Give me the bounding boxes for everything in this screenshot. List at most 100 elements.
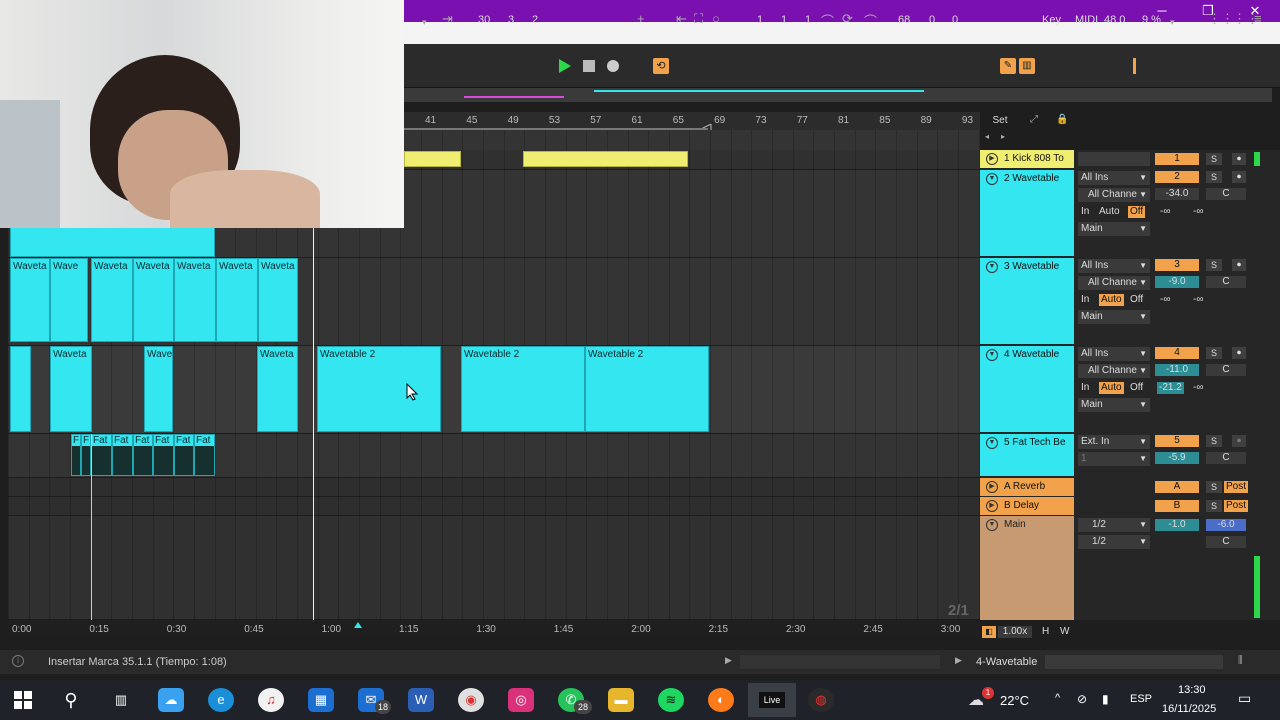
wavetable-clip[interactable] [10, 346, 31, 432]
chevron-up-icon[interactable]: ^ [1055, 692, 1060, 704]
store-icon[interactable]: ▦ [308, 688, 334, 712]
track-activator[interactable]: 2 [1155, 171, 1199, 183]
capture-icon[interactable]: ⛶ [694, 11, 703, 27]
volume-field[interactable]: -9.0 [1155, 276, 1199, 288]
midi-clip[interactable] [404, 151, 461, 167]
volume-field[interactable]: -11.0 [1155, 364, 1199, 376]
itunes-icon[interactable]: ♫ [258, 688, 284, 712]
copilot-icon[interactable]: ☁ [158, 688, 184, 712]
arrangement-pos-beat[interactable]: 3 [508, 14, 514, 26]
track-activator[interactable]: 4 [1155, 347, 1199, 359]
instagram-icon[interactable]: ◎ [508, 688, 534, 712]
next-locator-icon[interactable]: ▸ [1001, 132, 1005, 141]
post-button[interactable]: Post [1224, 481, 1248, 493]
play-icon[interactable] [558, 59, 572, 73]
track-activator[interactable]: 1 [1155, 153, 1199, 165]
input-type-select[interactable]: All Ins ▼ [1078, 347, 1150, 361]
solo-button[interactable]: S [1206, 259, 1222, 271]
wavetable-clip[interactable]: Waveta [216, 258, 258, 342]
fold-icon[interactable]: ▼ [986, 349, 998, 361]
file-explorer-icon[interactable]: ▬ [608, 688, 634, 712]
send-b-field[interactable]: -∞ [1193, 206, 1203, 218]
arm-icon[interactable]: ⏺ [1232, 347, 1246, 359]
wavetable-clip[interactable]: Waveta [50, 346, 92, 432]
track-activator[interactable]: 5 [1155, 435, 1199, 447]
monitor-off-button[interactable]: Off [1128, 206, 1146, 218]
track-activator[interactable]: A [1155, 481, 1199, 493]
solo-button[interactable]: S [1206, 435, 1222, 447]
loop-icon[interactable]: ⟳ [842, 11, 853, 27]
main-pan-field[interactable]: C [1206, 536, 1246, 548]
stop-icon[interactable] [583, 60, 595, 72]
solo-button[interactable]: S [1206, 347, 1222, 359]
arm-icon[interactable]: ⏺ [1232, 435, 1246, 447]
obs-icon[interactable]: ◍ [808, 688, 834, 712]
wavetable-clip[interactable]: Waveta [257, 346, 298, 432]
fold-icon[interactable]: ▼ [986, 519, 998, 531]
input-type-select[interactable]: All Ins ▼ [1078, 171, 1150, 185]
search-icon[interactable]: ⚲ [58, 688, 84, 712]
punch-in-icon[interactable]: ⌒ [821, 11, 834, 30]
language-indicator[interactable]: ESP [1130, 693, 1152, 705]
solo-button[interactable]: S [1206, 171, 1222, 183]
set-locator-button[interactable]: Set [986, 114, 1014, 128]
monitor-auto-button[interactable]: Auto [1099, 382, 1124, 394]
notification-icon[interactable]: ▭ [1238, 690, 1251, 707]
input-channel-select[interactable]: 1 ▼ [1078, 452, 1150, 466]
windows-start-icon[interactable] [14, 691, 32, 709]
wavetable-clip[interactable]: Wave [144, 346, 173, 432]
edge-icon[interactable]: e [208, 688, 234, 712]
volume-field[interactable]: -5.9 [1155, 452, 1199, 464]
fat-tech-clip[interactable]: Fat [112, 434, 133, 476]
track-activator[interactable]: 3 [1155, 259, 1199, 271]
wavetable-clip[interactable]: Waveta [91, 258, 133, 342]
monitor-auto-button[interactable]: Auto [1099, 206, 1120, 218]
input-channel-select[interactable]: All Channe ▼ [1078, 364, 1150, 378]
back-to-arrangement-icon[interactable]: ⇤ [676, 11, 687, 27]
fat-tech-clip[interactable]: Fat [133, 434, 153, 476]
wavetable-clip[interactable]: Waveta [10, 258, 50, 342]
solo-button[interactable]: S [1206, 153, 1222, 165]
wavetable-clip[interactable]: Waveta [174, 258, 216, 342]
send-b-field[interactable]: -∞ [1193, 294, 1203, 306]
main-output-select[interactable]: 1/2 ▼ [1078, 518, 1150, 532]
loop-start-sixteenth[interactable]: 1 [805, 14, 811, 26]
fold-icon[interactable]: ▼ [986, 261, 998, 273]
battery-icon[interactable]: ▮ [1102, 692, 1109, 706]
track-header-3[interactable]: ▼ 3 Wavetable [980, 258, 1074, 344]
track-header-1[interactable]: ▶ 1 Kick 808 To [980, 150, 1074, 168]
output-select[interactable]: Main ▼ [1078, 398, 1150, 412]
show-hide-h-button[interactable]: H [1042, 626, 1049, 637]
device-chain-preview[interactable] [1045, 655, 1223, 669]
automation-arm-icon[interactable]: ⟲ [653, 58, 669, 74]
loop-length-sixteenth[interactable]: 0 [952, 14, 958, 26]
loop-length-beat[interactable]: 0 [929, 14, 935, 26]
monitor-in-button[interactable]: In [1081, 382, 1089, 394]
fat-tech-clip[interactable]: Fat [194, 434, 215, 476]
volume-field[interactable]: -34.0 [1155, 188, 1199, 200]
arrangement-overview[interactable] [404, 88, 1272, 102]
pan-field[interactable]: C [1206, 364, 1246, 376]
chrome-icon[interactable]: ◉ [458, 688, 484, 712]
fold-icon[interactable]: ▶ [986, 153, 998, 165]
arrangement-pos-bar[interactable]: 30 [478, 14, 490, 26]
midi-map-button[interactable]: MIDI [1075, 14, 1098, 26]
wavetable-clip[interactable] [10, 227, 215, 257]
fat-tech-clip[interactable]: Fat [153, 434, 174, 476]
input-type-select[interactable]: Ext. In ▼ [1078, 435, 1150, 449]
lock-icon[interactable]: 🔒 [1056, 114, 1068, 125]
send-a-field[interactable]: -21.2 [1157, 382, 1184, 394]
wavetable-clip[interactable]: Wavetable 2 [585, 346, 709, 432]
input-channel-select[interactable]: All Channe ▼ [1078, 188, 1150, 202]
mini-overview[interactable] [740, 655, 940, 669]
task-view-icon[interactable]: ▥ [108, 688, 134, 712]
input-channel-select[interactable]: All Channe ▼ [1078, 276, 1150, 290]
loop-start-beat[interactable]: 1 [781, 14, 787, 26]
fold-icon[interactable]: ▶ [986, 500, 998, 512]
word-icon[interactable]: W [408, 688, 434, 712]
chevron-down-icon[interactable]: ▾ [422, 17, 427, 28]
tempo-follow-icon[interactable]: ◧ [982, 626, 996, 638]
track-header-2[interactable]: ▼ 2 Wavetable [980, 170, 1074, 256]
track-activator[interactable]: B [1155, 500, 1199, 512]
monitor-off-button[interactable]: Off [1130, 382, 1143, 394]
